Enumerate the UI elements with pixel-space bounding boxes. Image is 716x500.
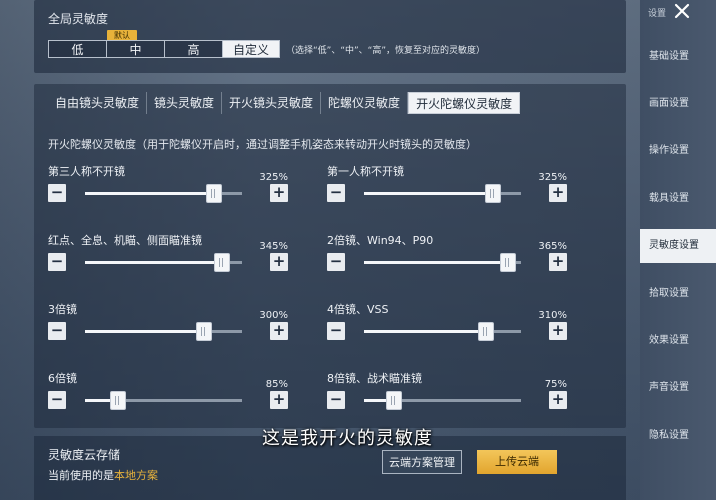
slider-first-person: 第一人称不开镜 325% − + <box>327 163 567 223</box>
slider-value: 75% <box>544 379 567 390</box>
global-sensitivity-title: 全局灵敏度 <box>48 12 109 26</box>
decrease-button[interactable]: − <box>327 253 345 271</box>
increase-button[interactable]: + <box>270 253 288 271</box>
current-scheme-value: 本地方案 <box>114 469 158 482</box>
slider-value: 345% <box>259 241 288 252</box>
slider-thumb[interactable] <box>385 391 402 410</box>
increase-button[interactable]: + <box>270 184 288 202</box>
tab-fire-gyroscope[interactable]: 开火陀螺仪灵敏度 <box>408 92 521 114</box>
sidebar-item-effects[interactable]: 效果设置 <box>640 324 716 358</box>
sensitivity-tabs: 自由镜头灵敏度 镜头灵敏度 开火镜头灵敏度 陀螺仪灵敏度 开火陀螺仪灵敏度 <box>48 92 521 114</box>
tab-free-camera[interactable]: 自由镜头灵敏度 <box>48 92 148 114</box>
sensitivity-panel: 自由镜头灵敏度 镜头灵敏度 开火镜头灵敏度 陀螺仪灵敏度 开火陀螺仪灵敏度 开火… <box>34 84 626 428</box>
decrease-button[interactable]: − <box>327 184 345 202</box>
slider-label: 6倍镜 <box>48 372 77 385</box>
increase-button[interactable]: + <box>549 322 567 340</box>
sidebar-item-basic[interactable]: 基础设置 <box>640 40 716 74</box>
preset-medium-button[interactable]: 中 <box>106 40 164 58</box>
increase-button[interactable]: + <box>549 253 567 271</box>
sidebar-item-sound[interactable]: 声音设置 <box>640 371 716 405</box>
slider-thumb[interactable] <box>213 253 230 272</box>
slider-label: 第一人称不开镜 <box>327 165 404 178</box>
sidebar-item-controls[interactable]: 操作设置 <box>640 134 716 168</box>
slider-track[interactable] <box>85 391 242 410</box>
decrease-button[interactable]: − <box>327 391 345 409</box>
increase-button[interactable]: + <box>270 391 288 409</box>
slider-track[interactable] <box>85 322 242 341</box>
preset-high-button[interactable]: 高 <box>164 40 222 58</box>
slider-track[interactable] <box>364 253 521 272</box>
preset-selector: 低 中 高 自定义 <box>48 40 280 58</box>
decrease-button[interactable]: − <box>48 184 66 202</box>
slider-4x-scope: 4倍镜、VSS 310% − + <box>327 301 567 361</box>
slider-label: 8倍镜、战术瞄准镜 <box>327 372 422 385</box>
slider-track[interactable] <box>364 322 521 341</box>
current-scheme-prefix: 当前使用的是 <box>48 469 114 482</box>
sidebar-item-privacy[interactable]: 隐私设置 <box>640 419 716 453</box>
settings-sidebar: 设置 基础设置 画面设置 操作设置 载具设置 灵敏度设置 拾取设置 效果设置 声… <box>640 0 716 500</box>
video-subtitle: 这是我开火的灵敏度 <box>262 428 433 449</box>
slider-thumb[interactable] <box>484 184 501 203</box>
slider-value: 325% <box>538 172 567 183</box>
upload-cloud-button[interactable]: 上传云端 <box>477 450 557 474</box>
sidebar-item-pickup[interactable]: 拾取设置 <box>640 277 716 311</box>
slider-label: 4倍镜、VSS <box>327 303 389 316</box>
slider-thumb[interactable] <box>196 322 213 341</box>
decrease-button[interactable]: − <box>48 322 66 340</box>
slider-red-dot: 红点、全息、机瞄、侧面瞄准镜 345% − + <box>48 232 288 292</box>
section-description: 开火陀螺仪灵敏度（用于陀螺仪开启时，通过调整手机姿态来转动开火时镜头的灵敏度） <box>48 138 477 151</box>
slider-value: 325% <box>259 172 288 183</box>
slider-label: 红点、全息、机瞄、侧面瞄准镜 <box>48 234 202 247</box>
increase-button[interactable]: + <box>549 391 567 409</box>
current-scheme: 当前使用的是本地方案 <box>48 467 158 483</box>
slider-3x-scope: 3倍镜 300% − + <box>48 301 288 361</box>
global-sensitivity-panel: 全局灵敏度 默认 低 中 高 自定义 （选择“低”、“中”、“高”，恢复至对应的… <box>34 0 626 73</box>
sidebar-item-sensitivity[interactable]: 灵敏度设置 <box>640 229 716 263</box>
slider-thumb[interactable] <box>478 322 495 341</box>
slider-track[interactable] <box>364 184 521 203</box>
tab-camera[interactable]: 镜头灵敏度 <box>147 92 223 114</box>
slider-value: 365% <box>538 241 567 252</box>
close-label: 设置 <box>648 9 667 19</box>
close-area: 设置 <box>640 0 716 26</box>
slider-thumb[interactable] <box>500 253 517 272</box>
tab-gyroscope[interactable]: 陀螺仪灵敏度 <box>321 92 409 114</box>
slider-value: 310% <box>538 310 567 321</box>
sidebar-item-vehicle[interactable]: 载具设置 <box>640 182 716 216</box>
preset-custom-button[interactable]: 自定义 <box>222 40 280 58</box>
cloud-storage-title: 灵敏度云存储 <box>48 448 121 462</box>
slider-value: 300% <box>259 310 288 321</box>
decrease-button[interactable]: − <box>327 322 345 340</box>
slider-label: 3倍镜 <box>48 303 77 316</box>
slider-thumb[interactable] <box>205 184 222 203</box>
slider-6x-scope: 6倍镜 85% − + <box>48 370 288 430</box>
close-icon[interactable] <box>673 2 691 20</box>
slider-track[interactable] <box>85 184 242 203</box>
tab-fire-camera[interactable]: 开火镜头灵敏度 <box>222 92 322 114</box>
increase-button[interactable]: + <box>549 184 567 202</box>
slider-8x-scope: 8倍镜、战术瞄准镜 75% − + <box>327 370 567 430</box>
slider-value: 85% <box>265 379 288 390</box>
slider-thumb[interactable] <box>109 391 126 410</box>
slider-label: 2倍镜、Win94、P90 <box>327 234 434 247</box>
slider-track[interactable] <box>85 253 242 272</box>
slider-track[interactable] <box>364 391 521 410</box>
decrease-button[interactable]: − <box>48 253 66 271</box>
slider-2x-scope: 2倍镜、Win94、P90 365% − + <box>327 232 567 292</box>
slider-label: 第三人称不开镜 <box>48 165 125 178</box>
sidebar-item-graphics[interactable]: 画面设置 <box>640 87 716 121</box>
increase-button[interactable]: + <box>270 322 288 340</box>
decrease-button[interactable]: − <box>48 391 66 409</box>
cloud-manage-button[interactable]: 云端方案管理 <box>382 450 462 474</box>
preset-low-button[interactable]: 低 <box>48 40 106 58</box>
slider-third-person: 第三人称不开镜 325% − + <box>48 163 288 223</box>
preset-hint: （选择“低”、“中”、“高”，恢复至对应的灵敏度） <box>286 46 485 56</box>
